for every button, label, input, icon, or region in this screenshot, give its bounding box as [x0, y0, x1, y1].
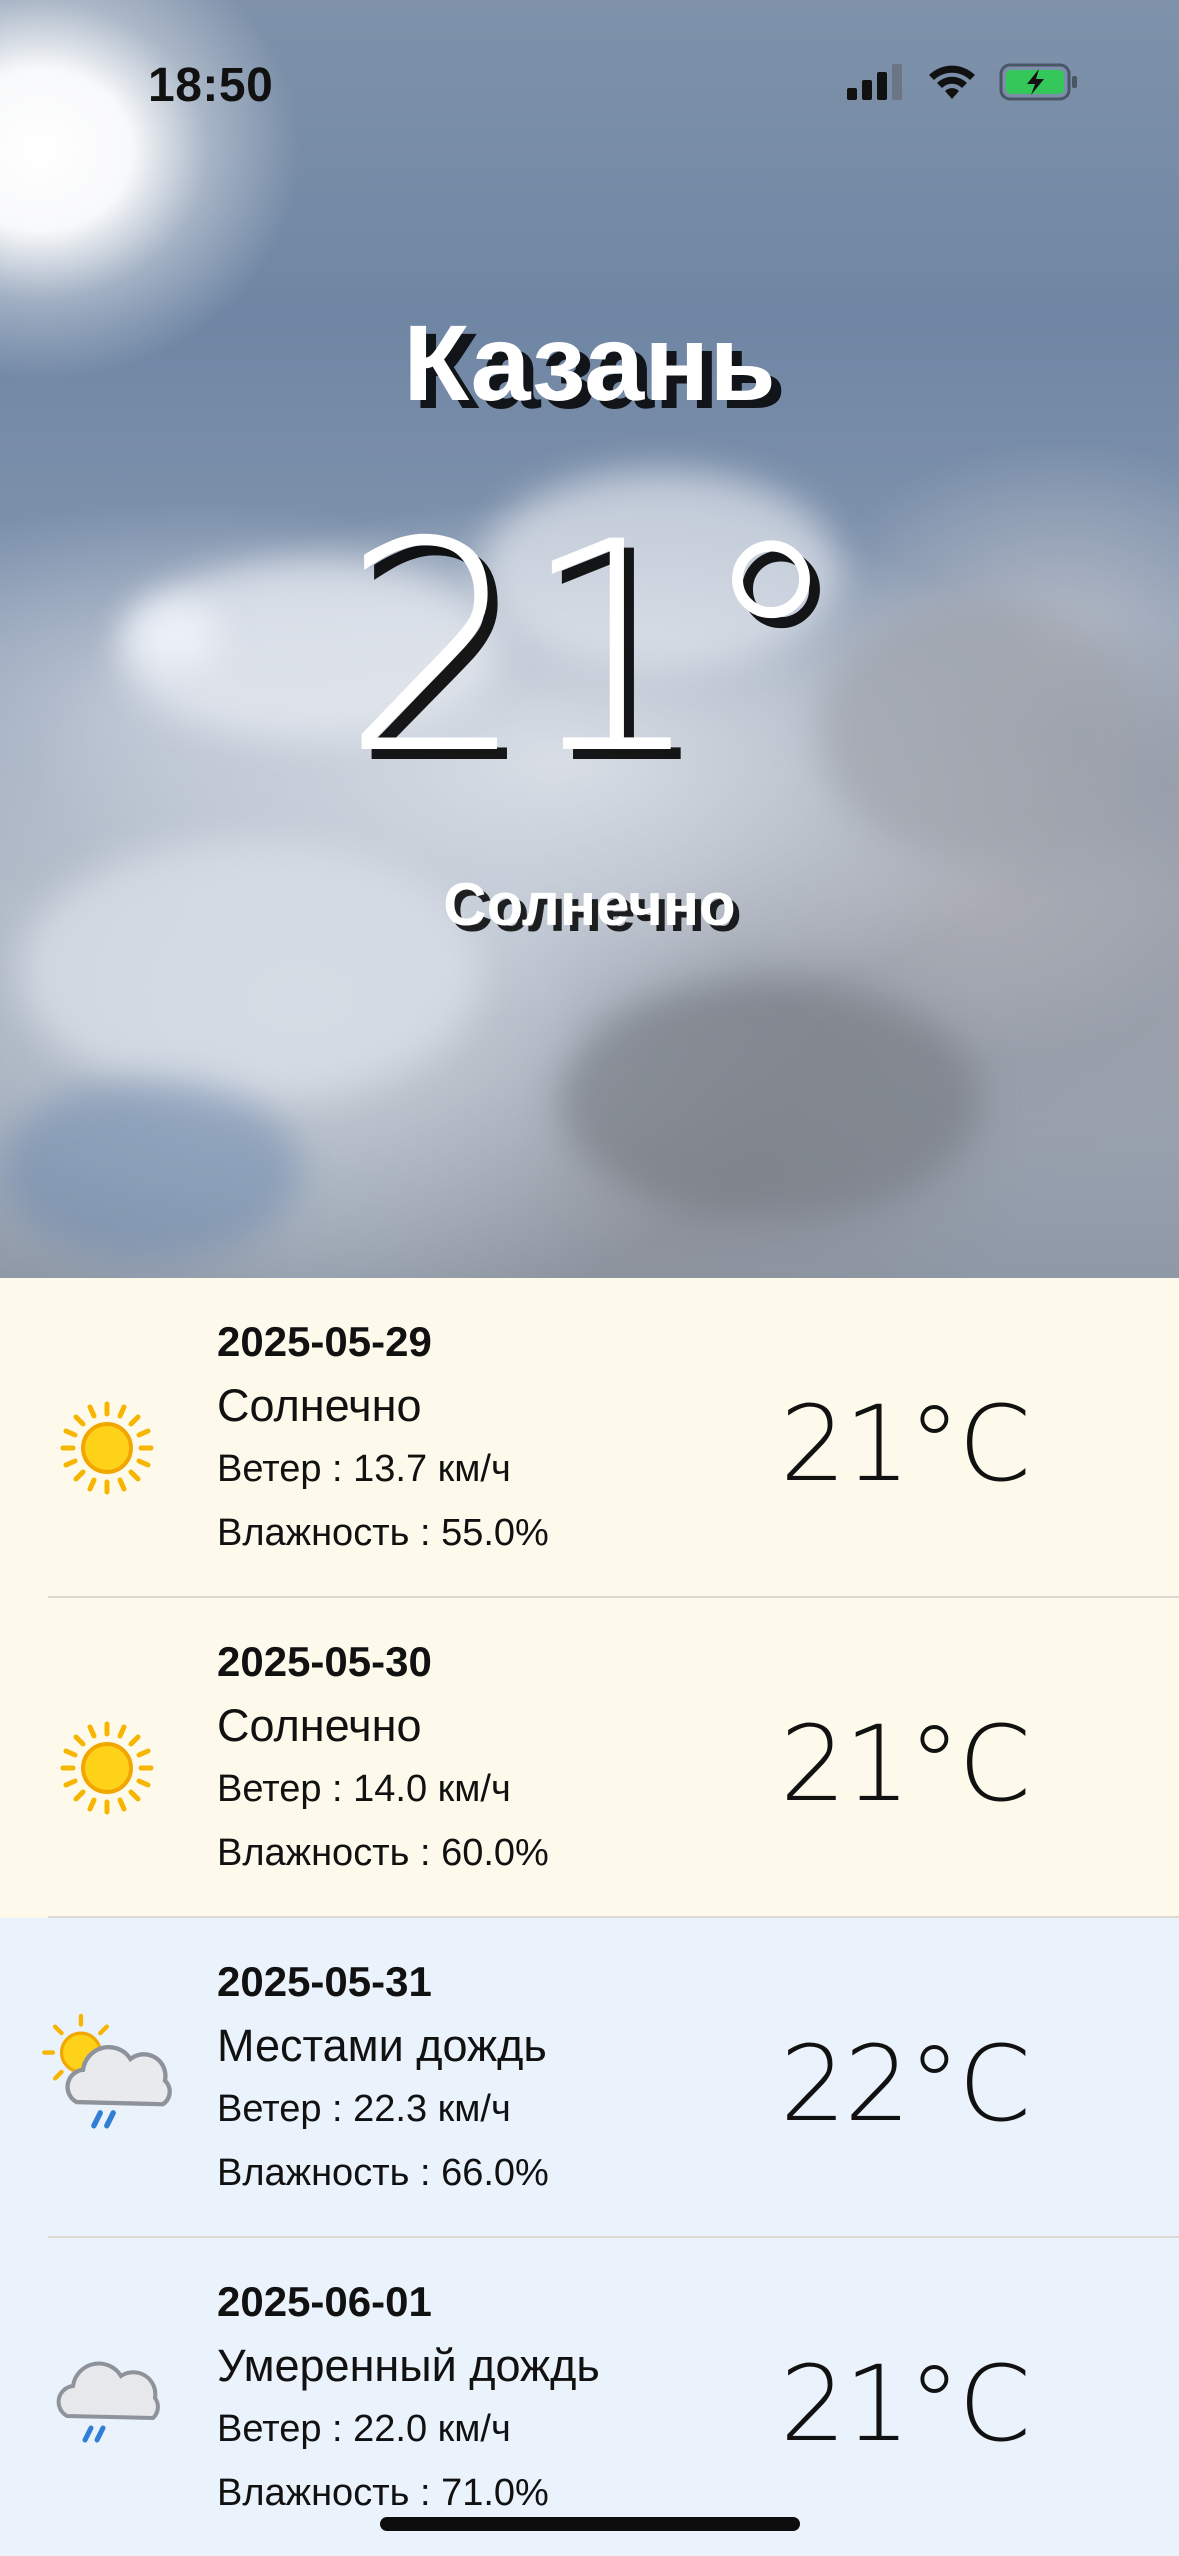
- sun-cloud-rain-icon: [42, 2013, 172, 2129]
- forecast-wind: Ветер : 14.0 км/ч: [217, 1768, 511, 1810]
- forecast-date: 2025-05-29: [217, 1318, 432, 1365]
- forecast-humidity: Влажность : 60.0%: [217, 1832, 549, 1874]
- forecast-row[interactable]: 2025-05-30 Солнечно Ветер : 14.0 км/ч Вл…: [0, 1598, 1179, 1918]
- home-indicator[interactable]: [380, 2517, 800, 2531]
- forecast-row[interactable]: 2025-06-01 Умеренный дождь Ветер : 22.0 …: [0, 2238, 1179, 2556]
- forecast-condition: Солнечно: [217, 1700, 422, 1751]
- current-condition: Солнечно: [443, 871, 736, 938]
- forecast-date: 2025-05-30: [217, 1638, 432, 1685]
- forecast-wind: Ветер : 13.7 км/ч: [217, 1448, 511, 1490]
- forecast-row[interactable]: 2025-05-29 Солнечно Ветер : 13.7 км/ч Вл…: [0, 1278, 1179, 1598]
- forecast-date: 2025-05-31: [217, 1958, 432, 2005]
- battery-charging-icon: [999, 63, 1077, 101]
- status-bar: 18:50: [0, 0, 1179, 170]
- forecast-condition: Местами дождь: [217, 2020, 547, 2071]
- forecast-condition: Солнечно: [217, 1380, 422, 1431]
- weather-hero: 18:50 Казань 21° Солнечно: [0, 0, 1179, 1278]
- cloud-rain-icon: [56, 2361, 160, 2443]
- forecast-temperature: 21°C: [780, 1383, 1031, 1505]
- current-temperature: 21°: [341, 481, 843, 818]
- sun-icon: [60, 1401, 154, 1495]
- status-icons: [847, 62, 1079, 102]
- cloud-shape: [560, 980, 980, 1220]
- forecast-humidity: Влажность : 71.0%: [217, 2472, 549, 2514]
- forecast-temperature: 21°C: [780, 2343, 1031, 2465]
- forecast-row[interactable]: 2025-05-31 Местами дождь Ветер : 22.3 км…: [0, 1918, 1179, 2238]
- forecast-wind: Ветер : 22.3 км/ч: [217, 2088, 511, 2130]
- forecast-list[interactable]: 2025-05-29 Солнечно Ветер : 13.7 км/ч Вл…: [0, 1278, 1179, 2556]
- cellular-signal-icon: [847, 64, 902, 100]
- forecast-temperature: 21°C: [780, 1703, 1031, 1825]
- forecast-temperature: 22°C: [780, 2023, 1031, 2145]
- forecast-date: 2025-06-01: [217, 2278, 432, 2325]
- sun-icon: [60, 1721, 154, 1815]
- wifi-icon: [929, 65, 975, 99]
- cloud-shape: [0, 1080, 300, 1260]
- status-time: 18:50: [148, 59, 274, 112]
- forecast-humidity: Влажность : 66.0%: [217, 2152, 549, 2194]
- forecast-humidity: Влажность : 55.0%: [217, 1512, 549, 1554]
- forecast-wind: Ветер : 22.0 км/ч: [217, 2408, 511, 2450]
- city-name: Казань: [403, 302, 776, 423]
- forecast-condition: Умеренный дождь: [217, 2340, 600, 2391]
